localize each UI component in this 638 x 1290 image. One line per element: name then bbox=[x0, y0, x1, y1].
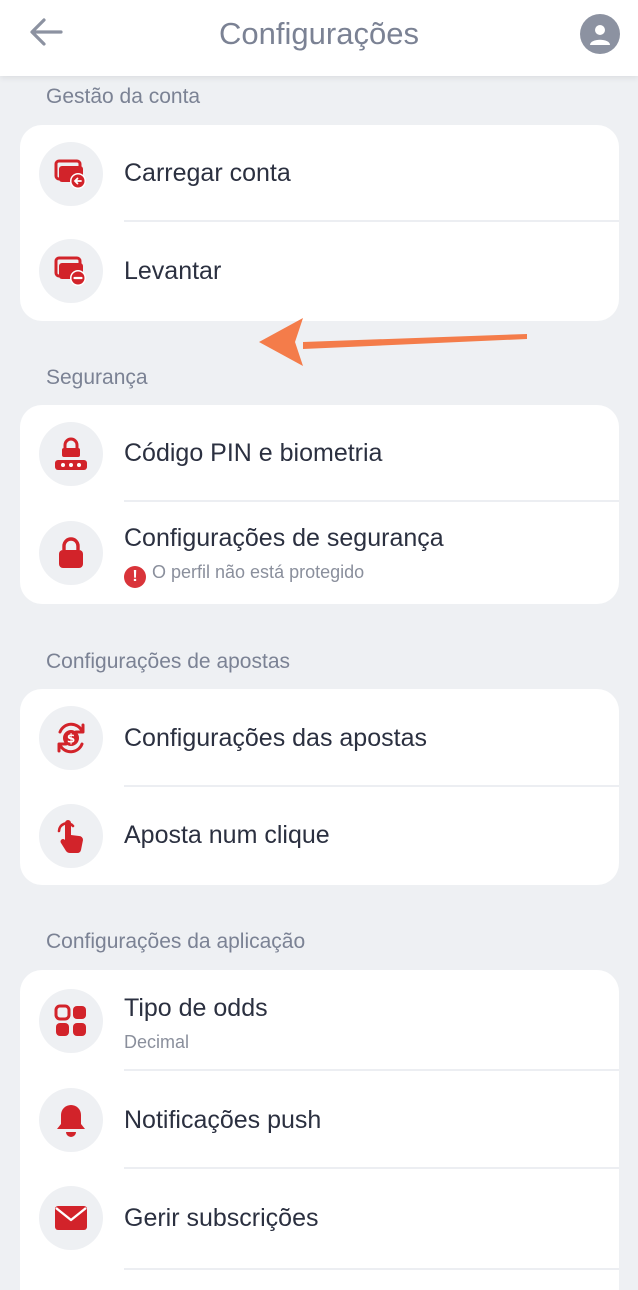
card-account: Carregar conta Levantar bbox=[20, 125, 619, 321]
icon-container bbox=[39, 1088, 103, 1152]
bell-icon bbox=[57, 1105, 85, 1137]
section-title-app: Configurações da aplicação bbox=[46, 930, 306, 953]
padlock-icon bbox=[59, 537, 83, 568]
alert-icon: ! bbox=[124, 566, 146, 588]
pin-lock-icon bbox=[55, 437, 87, 470]
section-title-bets: Configurações de apostas bbox=[46, 650, 290, 673]
top-app-bar: Configurações bbox=[0, 0, 638, 76]
menu-item-odds-type[interactable]: Tipo de odds Decimal bbox=[20, 970, 619, 1071]
menu-item-sublabel: Decimal bbox=[124, 1032, 190, 1052]
menu-item-label: Notificações push bbox=[124, 1106, 322, 1134]
menu-item-label: Código PIN e biometria bbox=[124, 439, 383, 467]
menu-item-label: Configurações das apostas bbox=[124, 724, 427, 752]
menu-item-security-settings[interactable]: Configurações de segurança ! O perfil não… bbox=[20, 502, 619, 604]
menu-item-deposit[interactable]: Carregar conta bbox=[20, 125, 619, 222]
menu-item-pin-biometrics[interactable]: Código PIN e biometria bbox=[20, 405, 619, 502]
menu-item-bet-settings[interactable]: $ Configurações das apostas bbox=[20, 689, 619, 787]
grid-icon bbox=[54, 1004, 86, 1036]
menu-item-label: Carregar conta bbox=[124, 159, 291, 187]
envelope-icon bbox=[55, 1206, 87, 1230]
menu-item-withdraw[interactable]: Levantar bbox=[20, 222, 619, 321]
one-click-tap-icon bbox=[57, 820, 83, 854]
menu-item-push-notifications[interactable]: Notificações push bbox=[20, 1071, 619, 1169]
security-warning: ! O perfil não está protegido bbox=[124, 562, 364, 588]
card-security: Código PIN e biometria Configurações de … bbox=[20, 405, 619, 604]
user-avatar-icon bbox=[590, 25, 610, 45]
section-title-security: Segurança bbox=[46, 366, 148, 389]
profile-button[interactable] bbox=[580, 14, 620, 54]
icon-container bbox=[39, 989, 103, 1053]
menu-item-label: Levantar bbox=[124, 257, 222, 285]
svg-text:$: $ bbox=[67, 732, 75, 746]
menu-item-label: Aposta num clique bbox=[124, 821, 330, 849]
icon-container bbox=[39, 239, 103, 303]
card-bets: $ Configurações das apostas Aposta num c… bbox=[20, 689, 619, 885]
bet-settings-icon: $ bbox=[57, 722, 85, 754]
security-warning-text: O perfil não está protegido bbox=[152, 562, 365, 582]
menu-item-one-click-bet[interactable]: Aposta num clique bbox=[20, 787, 619, 885]
menu-item-manage-subscriptions[interactable]: Gerir subscrições bbox=[20, 1169, 619, 1290]
menu-item-label: Tipo de odds bbox=[124, 994, 268, 1022]
icon-container bbox=[39, 804, 103, 868]
icon-container bbox=[39, 142, 103, 206]
menu-item-label: Configurações de segurança bbox=[124, 524, 444, 552]
wallet-withdraw-icon bbox=[54, 256, 86, 286]
section-title-account: Gestão da conta bbox=[46, 85, 201, 108]
icon-container bbox=[39, 1186, 103, 1250]
wallet-deposit-icon bbox=[54, 159, 86, 189]
icon-container: $ bbox=[39, 706, 103, 770]
annotation-arrow-icon bbox=[259, 318, 527, 366]
card-app: Tipo de odds Decimal Notificações push G bbox=[20, 970, 619, 1290]
icon-container bbox=[39, 422, 103, 486]
menu-item-label: Gerir subscrições bbox=[124, 1204, 319, 1232]
icon-container bbox=[39, 521, 103, 585]
page-title: Configurações bbox=[219, 16, 419, 51]
divider bbox=[124, 1268, 619, 1270]
